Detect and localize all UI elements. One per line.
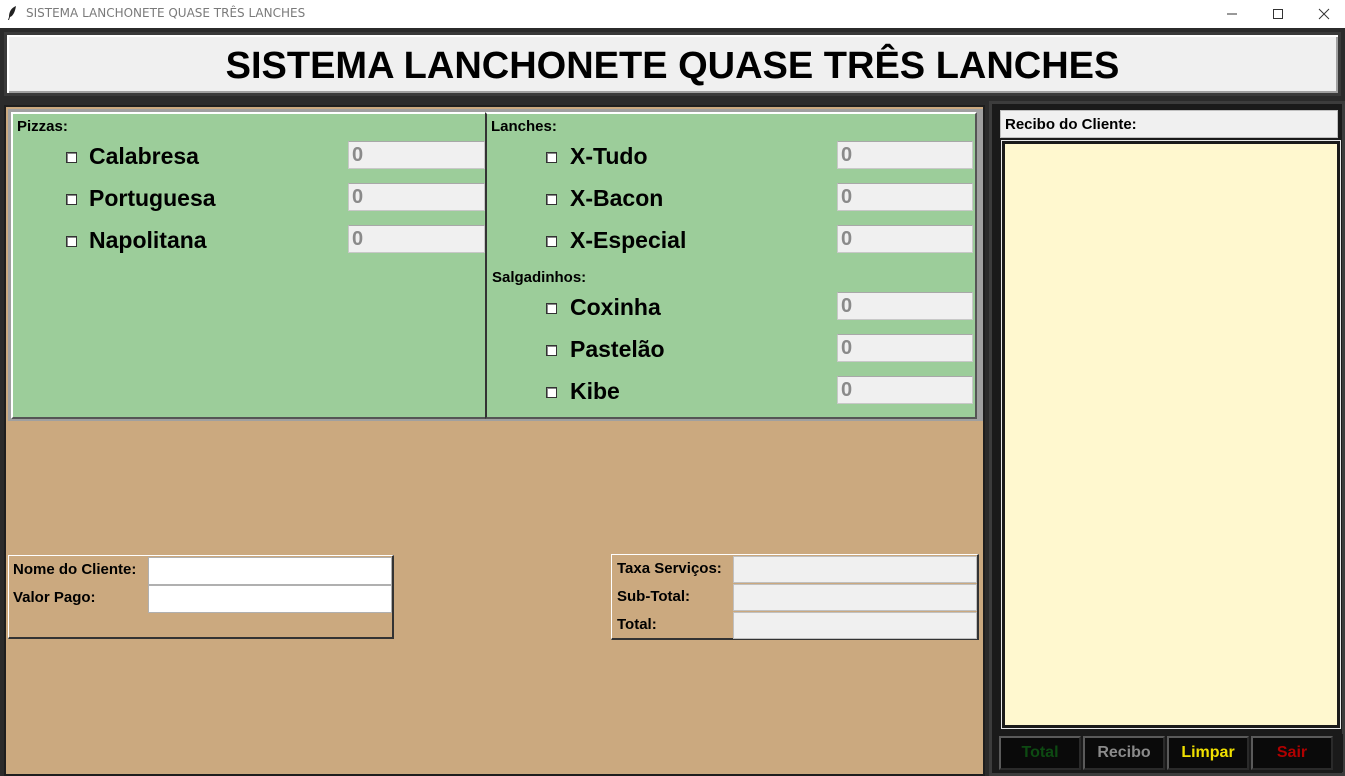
app-window: SISTEMA LANCHONETE QUASE TRÊS LANCHES Pi… xyxy=(0,28,1345,776)
header-panel: SISTEMA LANCHONETE QUASE TRÊS LANCHES xyxy=(4,32,1341,96)
window-titlebar: SISTEMA LANCHONETE QUASE TRÊS LANCHES xyxy=(0,0,1345,28)
app-feather-icon xyxy=(8,6,16,20)
item-x-bacon: X-Bacon xyxy=(570,185,664,211)
qty-coxinha[interactable]: 0 xyxy=(837,292,973,320)
customer-box: Nome do Cliente: Valor Pago: xyxy=(8,555,394,639)
action-button-bar: Total Recibo Limpar Sair xyxy=(999,734,1343,772)
qty-napolitana[interactable]: 0 xyxy=(348,225,485,253)
qty-calabresa[interactable]: 0 xyxy=(348,141,485,169)
checkbox-x-especial[interactable] xyxy=(546,236,557,247)
valor-pago-label: Valor Pago: xyxy=(13,589,96,606)
valor-pago-input[interactable] xyxy=(148,585,392,613)
item-calabresa: Calabresa xyxy=(89,143,199,169)
checkbox-napolitana[interactable] xyxy=(66,236,77,247)
window-title: SISTEMA LANCHONETE QUASE TRÊS LANCHES xyxy=(26,6,306,20)
checkbox-kibe[interactable] xyxy=(546,387,557,398)
total-field xyxy=(733,612,977,639)
pizzas-label: Pizzas: xyxy=(17,118,68,135)
checkbox-pastelao[interactable] xyxy=(546,345,557,356)
order-frame: Pizzas: Calabresa 0 Portuguesa 0 Napolit… xyxy=(4,105,985,776)
item-napolitana: Napolitana xyxy=(89,227,207,253)
subtotal-field xyxy=(733,584,977,611)
checkbox-calabresa[interactable] xyxy=(66,152,77,163)
salgadinhos-label: Salgadinhos: xyxy=(492,269,587,286)
nome-cliente-input[interactable] xyxy=(148,557,392,585)
close-icon xyxy=(1318,8,1330,20)
maximize-icon xyxy=(1273,9,1283,19)
limpar-button[interactable]: Limpar xyxy=(1167,736,1249,770)
checkbox-portuguesa[interactable] xyxy=(66,194,77,205)
item-kibe: Kibe xyxy=(570,378,620,404)
sair-button[interactable]: Sair xyxy=(1251,736,1333,770)
close-button[interactable] xyxy=(1301,0,1345,28)
recibo-header: Recibo do Cliente: xyxy=(1000,110,1338,138)
checkbox-coxinha[interactable] xyxy=(546,303,557,314)
item-coxinha: Coxinha xyxy=(570,294,661,320)
totals-box: Taxa Serviços: Sub-Total: Total: xyxy=(611,554,979,640)
qty-x-tudo[interactable]: 0 xyxy=(837,141,973,169)
taxa-servicos-field xyxy=(733,556,977,583)
total-button[interactable]: Total xyxy=(999,736,1081,770)
taxa-servicos-label: Taxa Serviços: xyxy=(617,560,722,577)
item-pastelao: Pastelão xyxy=(570,336,665,362)
minimize-button[interactable] xyxy=(1209,0,1255,28)
qty-kibe[interactable]: 0 xyxy=(837,376,973,404)
checkbox-x-bacon[interactable] xyxy=(546,194,557,205)
item-portuguesa: Portuguesa xyxy=(89,185,216,211)
nome-cliente-label: Nome do Cliente: xyxy=(13,561,137,578)
total-label: Total: xyxy=(617,616,657,633)
recibo-button[interactable]: Recibo xyxy=(1083,736,1165,770)
lanches-panel: Lanches: X-Tudo 0 X-Bacon 0 X-Especial 0… xyxy=(485,112,977,419)
qty-x-bacon[interactable]: 0 xyxy=(837,183,973,211)
item-x-tudo: X-Tudo xyxy=(570,143,648,169)
recibo-label: Recibo do Cliente: xyxy=(1005,116,1137,133)
subtotal-label: Sub-Total: xyxy=(617,588,691,605)
pizzas-panel: Pizzas: Calabresa 0 Portuguesa 0 Napolit… xyxy=(11,112,487,419)
menu-area: Pizzas: Calabresa 0 Portuguesa 0 Napolit… xyxy=(8,109,983,421)
item-x-especial: X-Especial xyxy=(570,227,687,253)
qty-pastelao[interactable]: 0 xyxy=(837,334,973,362)
minimize-icon xyxy=(1227,13,1237,15)
receipt-textarea[interactable] xyxy=(1002,141,1340,728)
qty-portuguesa[interactable]: 0 xyxy=(348,183,485,211)
checkbox-x-tudo[interactable] xyxy=(546,152,557,163)
lanches-label: Lanches: xyxy=(491,118,557,135)
page-title: SISTEMA LANCHONETE QUASE TRÊS LANCHES xyxy=(225,45,1120,87)
receipt-frame: Recibo do Cliente: Total Recibo Limpar S… xyxy=(989,101,1345,776)
maximize-button[interactable] xyxy=(1255,0,1301,28)
qty-x-especial[interactable]: 0 xyxy=(837,225,973,253)
